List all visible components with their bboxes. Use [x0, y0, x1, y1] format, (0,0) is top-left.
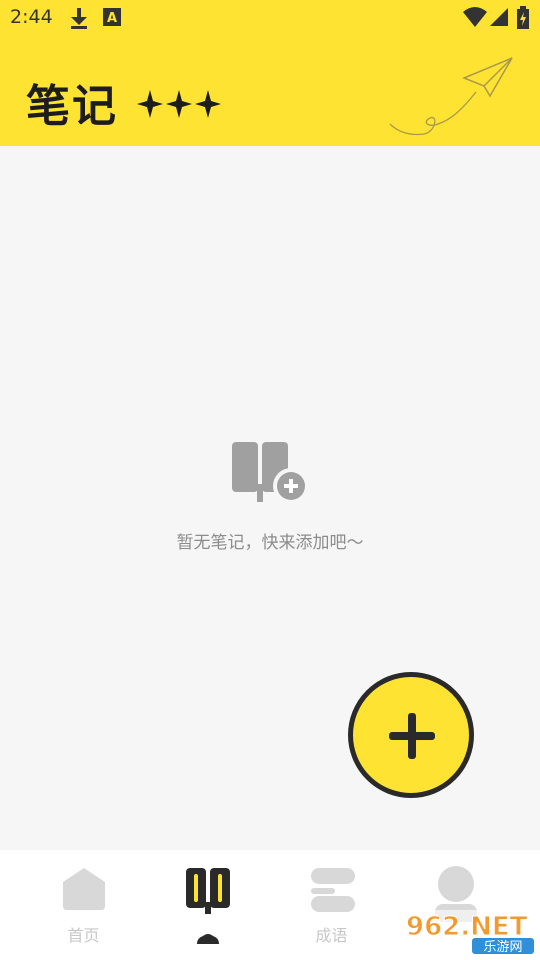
paper-plane-icon: [389, 57, 513, 136]
watermark-sub: 乐游网: [483, 940, 522, 955]
page-header: 笔记: [0, 36, 540, 146]
nav-label-idiom: 成语: [315, 926, 348, 945]
nav-item-idiom[interactable]: 成语: [264, 850, 399, 960]
battery-icon: [516, 6, 530, 34]
nav-item-notes[interactable]: [140, 850, 275, 960]
status-time: 2:44: [10, 6, 53, 28]
status-bar: 2:44 A: [0, 0, 540, 36]
signal-icon: [488, 6, 510, 32]
nav-item-home[interactable]: 首页: [16, 850, 151, 960]
watermark-brand: 962.NET: [406, 912, 528, 942]
watermark-logo: 962.NET 乐游网: [400, 910, 534, 955]
nav-label-home: 首页: [67, 926, 100, 945]
a-badge-icon: A: [102, 6, 122, 32]
page-title: 笔记: [26, 81, 118, 132]
add-note-button[interactable]: [348, 672, 474, 798]
stars-decoration-icon: [137, 90, 221, 118]
note-add-icon: [232, 442, 309, 504]
download-icon: [68, 6, 90, 34]
svg-text:A: A: [107, 11, 117, 26]
notes-icon: [186, 868, 230, 914]
idiom-icon: [311, 868, 355, 912]
active-tab-indicator: [197, 934, 219, 944]
plus-icon: [389, 713, 435, 759]
wifi-icon: [462, 6, 488, 32]
home-icon: [63, 868, 105, 910]
empty-state-message: 暂无笔记，快来添加吧～: [176, 533, 364, 553]
